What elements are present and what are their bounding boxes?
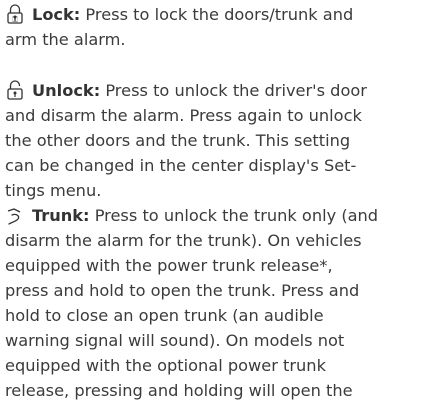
unlock-text-line-4: can be changed in the center display's S… bbox=[5, 156, 357, 175]
unlock-entry: Unlock: Press to unlock the driver's doo… bbox=[5, 78, 421, 203]
lock-entry: ⚿ Lock: Press to lock the doors/trunk an… bbox=[5, 2, 421, 52]
trunk-open-icon bbox=[7, 208, 21, 225]
trunk-text-line-4: press and hold to open the trunk. Press … bbox=[5, 281, 360, 300]
lock-description: Lock: Press to lock the doors/trunk and … bbox=[5, 2, 421, 52]
lock-label: Lock: bbox=[32, 5, 81, 24]
trunk-label: Trunk: bbox=[32, 206, 90, 225]
unlock-text-line-5: tings menu. bbox=[5, 181, 102, 200]
trunk-text-line-6: warning signal will sound). On models no… bbox=[5, 331, 345, 350]
unlock-text-line-3: the other doors and the trunk. This sett… bbox=[5, 131, 351, 150]
trunk-text-line-3: equipped with the power trunk release*, bbox=[5, 256, 333, 275]
unlock-label: Unlock: bbox=[32, 81, 101, 100]
trunk-description: Trunk: Press to unlock the trunk only (a… bbox=[5, 203, 421, 403]
trunk-text-line-5: hold to close an open trunk (an audible bbox=[5, 306, 324, 325]
lock-text-line-1: Press to lock the doors/trunk and bbox=[80, 5, 354, 24]
padlock-closed-icon: ⚿ bbox=[7, 4, 23, 24]
trunk-text-line-7: equipped with the optional power trunk bbox=[5, 356, 326, 375]
padlock-open-icon bbox=[7, 80, 23, 100]
unlock-text-line-2: and disarm the alarm. Press again to unl… bbox=[5, 106, 362, 125]
lock-text-line-2: arm the alarm. bbox=[5, 30, 126, 49]
unlock-text-line-1: Press to unlock the driver's door bbox=[100, 81, 367, 100]
trunk-entry: Trunk: Press to unlock the trunk only (a… bbox=[5, 203, 421, 403]
manual-page: ⚿ Lock: Press to lock the doors/trunk an… bbox=[0, 0, 425, 401]
unlock-description: Unlock: Press to unlock the driver's doo… bbox=[5, 78, 421, 203]
trunk-text-line-8: release, pressing and holding will open … bbox=[5, 381, 353, 400]
trunk-text-line-2: disarm the alarm for the trunk). On vehi… bbox=[5, 231, 362, 250]
trunk-text-line-1: Press to unlock the trunk only (and bbox=[89, 206, 379, 225]
